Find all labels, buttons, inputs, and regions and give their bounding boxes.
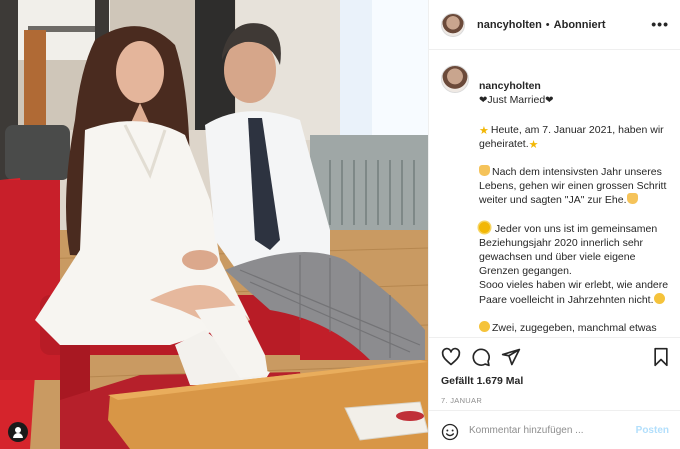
caption-area[interactable]: nancyholten ❤Just Married❤ ★ Heute, am 7.… xyxy=(429,51,680,337)
caption-paragraph: ★ Heute, am 7. Januar 2021, haben wir geh… xyxy=(479,123,669,151)
caption-paragraph-text: Jeder von uns ist im gemeinsamen Beziehu… xyxy=(479,222,669,306)
heart-icon[interactable] xyxy=(441,347,461,367)
header-separator: • xyxy=(545,18,550,31)
user-tag-icon[interactable] xyxy=(8,422,28,442)
wedding-photo-illustration xyxy=(0,0,428,449)
grin-emoji-icon xyxy=(479,320,490,332)
caption-avatar[interactable] xyxy=(441,65,469,93)
caption-title-line: nancyholten ❤Just Married❤ xyxy=(479,65,669,109)
comment-bar: Posten xyxy=(429,410,680,449)
star-emoji-icon: ★ xyxy=(528,138,539,151)
post-photo[interactable] xyxy=(0,0,428,449)
action-icons xyxy=(441,347,669,371)
more-options-icon[interactable]: ••• xyxy=(651,16,669,32)
bookmark-icon[interactable] xyxy=(651,347,671,367)
caption-paragraph-text: Nach dem intensivsten Jahr unseres Leben… xyxy=(479,166,667,207)
comment-input[interactable] xyxy=(469,425,619,436)
praying-hands-emoji-icon xyxy=(479,165,490,177)
caption-paragraph: Zwei, zugegeben, manchmal etwas dickköpf… xyxy=(479,320,669,337)
caption-paragraph: Jeder von uns ist im gemeinsamen Beziehu… xyxy=(479,221,669,307)
comment-icon[interactable] xyxy=(471,347,491,367)
post-date[interactable]: 7. JANUAR xyxy=(441,396,482,405)
star-emoji-icon: ★ xyxy=(479,124,489,137)
header-username[interactable]: nancyholten xyxy=(477,19,542,31)
praying-hands-emoji-icon xyxy=(626,193,638,205)
following-button[interactable]: Abonniert xyxy=(554,19,606,31)
caption-paragraph: Nach dem intensivsten Jahr unseres Leben… xyxy=(479,165,669,208)
sun-emoji-icon xyxy=(479,221,490,233)
smiley-icon[interactable] xyxy=(441,423,459,441)
grin-emoji-icon xyxy=(653,292,665,304)
heart-emoji-icon: ❤ xyxy=(545,95,554,107)
post-sidebar: nancyholten • Abonniert ••• nancyholten … xyxy=(428,0,680,449)
avatar[interactable] xyxy=(441,12,465,37)
post-header: nancyholten • Abonniert ••• xyxy=(429,0,680,50)
likes-count[interactable]: Gefällt 1.679 Mal xyxy=(441,375,523,387)
caption-title: Just Married xyxy=(487,94,546,107)
caption-paragraph-text: Zwei, zugegeben, manchmal etwas dickköpf… xyxy=(479,321,657,337)
caption-username[interactable]: nancyholten xyxy=(479,80,541,92)
paper-plane-icon[interactable] xyxy=(501,347,521,367)
post-comment-button[interactable]: Posten xyxy=(636,425,669,436)
caption-paragraph-text: Heute, am 7. Januar 2021, haben wir gehe… xyxy=(479,123,664,150)
caption-text: nancyholten ❤Just Married❤ ★ Heute, am 7.… xyxy=(479,65,669,337)
